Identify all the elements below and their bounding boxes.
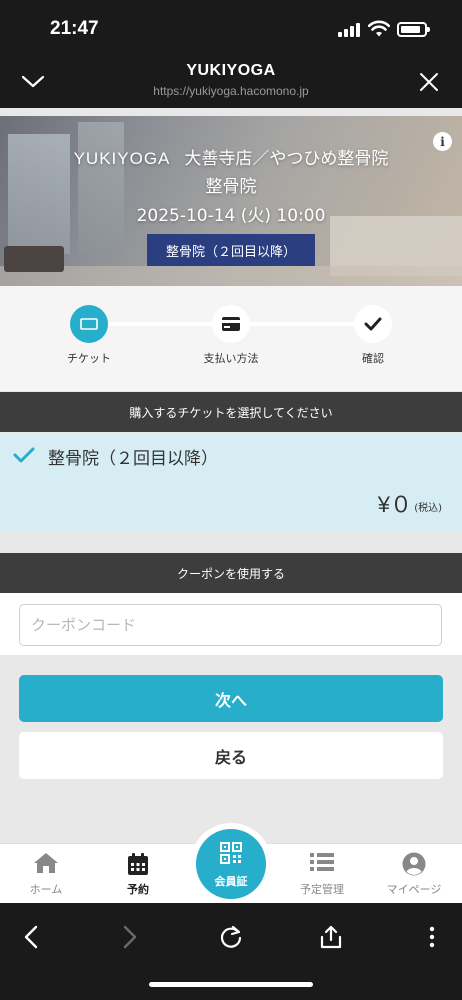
- checkmark-icon: [364, 317, 382, 331]
- tab-schedule[interactable]: 予定管理: [276, 844, 368, 904]
- ticket-icon: [80, 318, 98, 330]
- user-icon: [402, 852, 426, 876]
- purchase-steps: チケット 支払い方法 確認: [0, 286, 462, 391]
- tab-reservation-label: 予約: [127, 883, 149, 896]
- member-card-label: 会員証: [214, 875, 248, 888]
- next-button[interactable]: 次へ: [19, 675, 443, 722]
- qr-code-icon: [220, 842, 242, 864]
- coupon-area: [0, 593, 462, 655]
- browser-header: YUKIYOGA https://yukiyoga.hacomono.jp: [0, 56, 462, 108]
- coupon-section-header: クーポンを使用する: [0, 553, 462, 593]
- reload-button[interactable]: [213, 919, 249, 955]
- home-icon: [34, 853, 58, 873]
- close-icon: [420, 73, 438, 91]
- ticket-price: ¥０: [377, 492, 412, 517]
- tab-mypage-label: マイページ: [386, 883, 442, 896]
- forward-nav-button[interactable]: [112, 919, 148, 955]
- status-bar: 21:47: [0, 0, 462, 56]
- tab-schedule-label: 予定管理: [300, 883, 344, 896]
- share-button[interactable]: [313, 919, 349, 955]
- hero-title: YUKIYOGA 大善寺店／やつひめ整骨院: [0, 144, 462, 169]
- site-url: https://yukiyoga.hacomono.jp: [153, 84, 309, 98]
- hero-photo-floor: [0, 266, 462, 286]
- hero-datetime: 2025-10-14 (火) 10:00: [136, 206, 326, 226]
- share-icon: [320, 925, 342, 949]
- back-button[interactable]: 戻る: [19, 732, 443, 779]
- tab-reservation[interactable]: 予約: [92, 844, 184, 904]
- hero-photo-sofa: [4, 246, 64, 272]
- tab-mypage[interactable]: マイページ: [368, 844, 460, 904]
- step-label-confirm: 確認: [362, 352, 384, 365]
- step-label-payment: 支払い方法: [203, 352, 259, 365]
- ticket-name: 整骨院（２回目以降）: [48, 449, 218, 469]
- member-card-button[interactable]: 会員証: [196, 829, 266, 899]
- list-icon: [310, 853, 334, 871]
- lesson-hero: YUKIYOGA 大善寺店／やつひめ整骨院 整骨院 2025-10-14 (火) …: [0, 116, 462, 286]
- more-vertical-icon: [429, 926, 435, 948]
- ticket-option[interactable]: 整骨院（２回目以降） ¥０ (税込): [0, 433, 462, 531]
- signal-icon: [338, 23, 360, 37]
- step-ticket: [70, 305, 108, 343]
- calendar-icon: [128, 853, 148, 875]
- info-icon[interactable]: i: [433, 132, 452, 151]
- wifi-icon: [368, 20, 390, 37]
- tab-home[interactable]: ホーム: [0, 844, 92, 904]
- ticket-type-badge: 整骨院（２回目以降）: [147, 234, 315, 266]
- hero-store: 大善寺店／やつひめ整骨院: [184, 149, 389, 169]
- battery-icon: [397, 22, 430, 37]
- selected-check-icon: [13, 447, 35, 463]
- site-title: YUKIYOGA: [186, 62, 276, 79]
- ticket-tax-note: (税込): [414, 503, 442, 514]
- more-button[interactable]: [414, 919, 450, 955]
- battery-level: [401, 26, 420, 33]
- hero-brand: YUKIYOGA: [73, 149, 171, 168]
- chevron-right-icon: [123, 925, 137, 949]
- ticket-section-header: 購入するチケットを選択してください: [0, 392, 462, 432]
- status-time: 21:47: [50, 18, 99, 39]
- step-label-ticket: チケット: [67, 352, 111, 365]
- tab-home-label: ホーム: [29, 883, 63, 896]
- coupon-code-input[interactable]: [19, 604, 442, 646]
- close-button[interactable]: [413, 66, 445, 98]
- hero-category: 整骨院: [205, 177, 257, 197]
- step-confirm: [354, 305, 392, 343]
- reload-icon: [220, 925, 242, 948]
- credit-card-icon: [222, 317, 240, 331]
- back-nav-button[interactable]: [13, 919, 49, 955]
- step-payment: [212, 305, 250, 343]
- chevron-left-icon: [24, 925, 38, 949]
- home-indicator: [149, 982, 313, 987]
